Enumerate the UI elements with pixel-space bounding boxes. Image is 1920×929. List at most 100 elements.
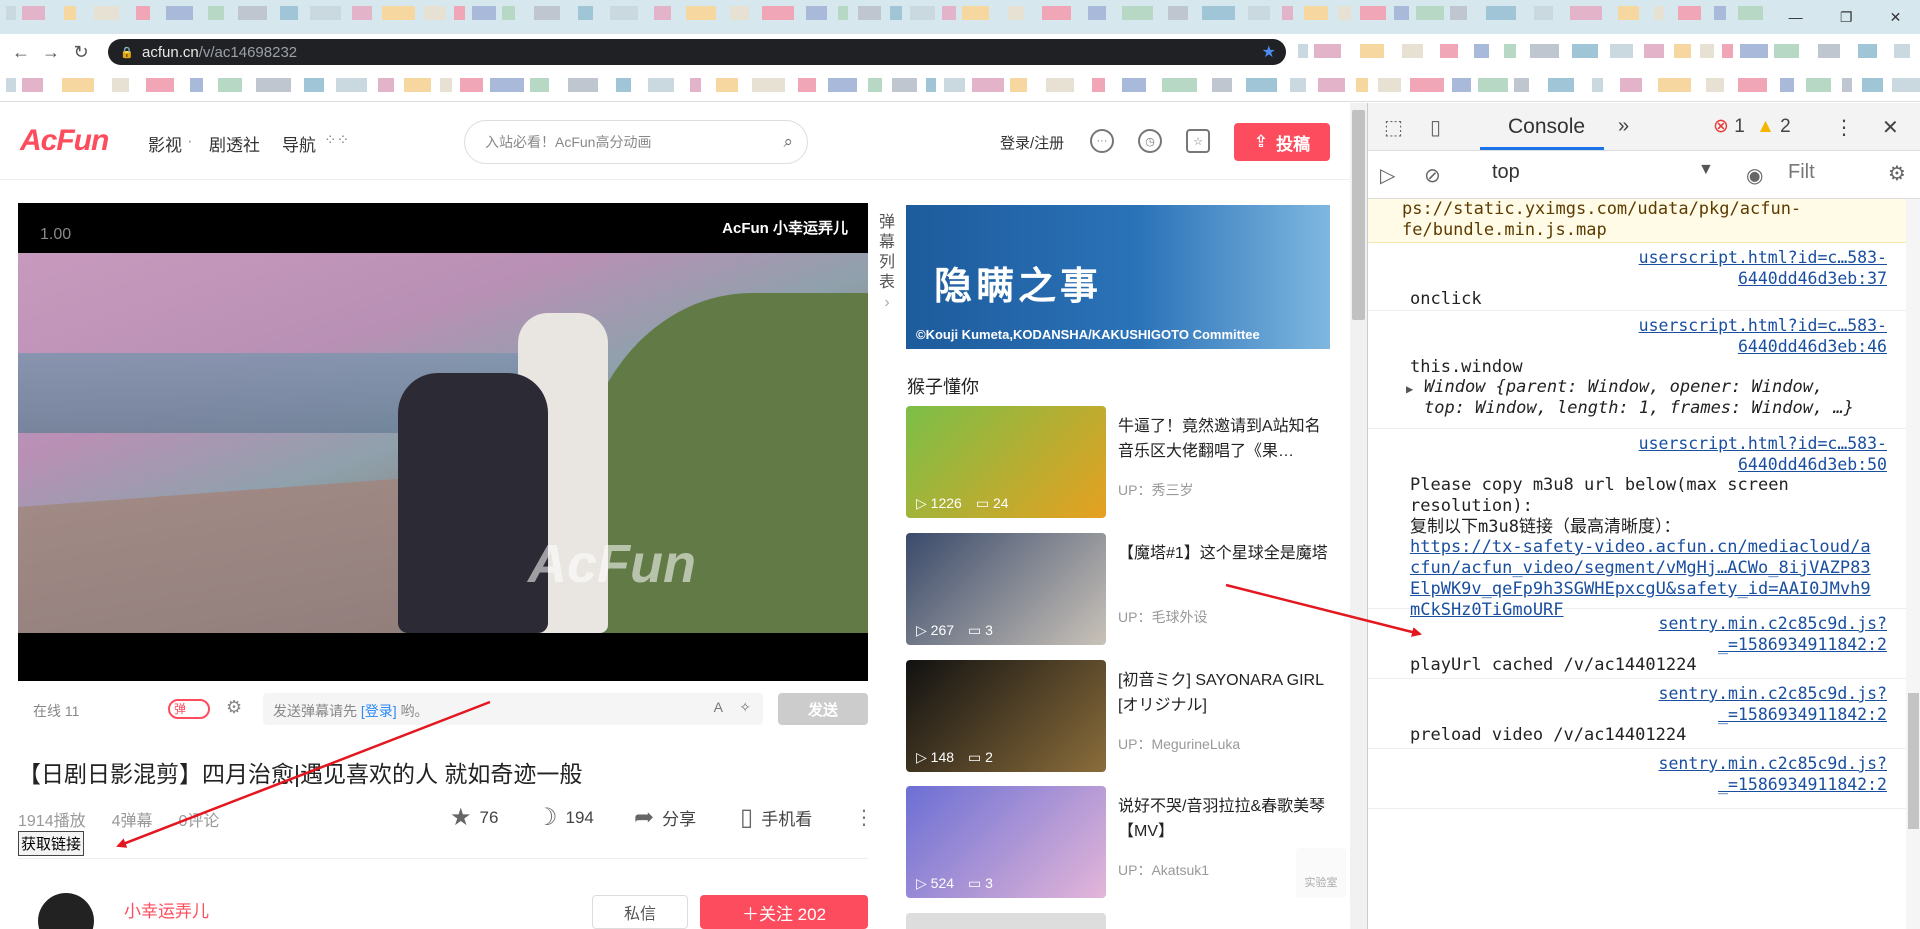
font-style-icon[interactable]: A — [714, 699, 723, 715]
lab-button[interactable]: 实验室 — [1296, 848, 1346, 898]
bookmark-star-icon[interactable]: ★ — [1262, 42, 1276, 62]
more-icon[interactable]: ⋮ — [854, 805, 874, 830]
source-link[interactable]: sentry.min.c2c85c9d.js?_=1586934911842:2 — [1527, 613, 1887, 655]
reload-icon[interactable]: ↻ — [66, 37, 96, 67]
restore-icon[interactable]: ❐ — [1840, 9, 1853, 26]
card-uploader[interactable]: UP：Akatsuk1 — [1118, 860, 1209, 880]
console-message: preload video /v/ac14401224 — [1410, 725, 1687, 745]
danmaku-input[interactable]: 发送弹幕请先 [登录] 哟。 A ✧ — [263, 693, 763, 725]
search-input[interactable]: 入站必看！AcFun高分动画 ⌕ — [464, 120, 808, 164]
nav-navigation[interactable]: 导航 — [282, 131, 316, 156]
blurred-block — [382, 6, 415, 20]
recommend-card[interactable]: ▷ 524 ▭ 3 说好不哭/音羽拉拉&春歌美琴【MV】 UP：Akatsuk1 — [906, 786, 1330, 898]
back-icon[interactable]: ← — [6, 37, 36, 67]
search-icon[interactable]: ⌕ — [783, 132, 793, 152]
forward-icon[interactable]: → — [36, 37, 66, 67]
console-scrollbar-thumb[interactable] — [1908, 693, 1919, 829]
nav-spoiler[interactable]: 剧透社 — [209, 131, 260, 156]
filter-input[interactable]: Filt — [1788, 161, 1815, 184]
source-link[interactable]: sentry.min.c2c85c9d.js?_=1586934911842:2 — [1527, 683, 1887, 725]
tab-console[interactable]: Console — [1508, 115, 1585, 139]
card-plays: 267 — [930, 622, 955, 638]
console-row: sentry.min.c2c85c9d.js?_=1586934911842:2 — [1368, 749, 1920, 809]
source-link[interactable]: userscript.html?id=c…583-6440dd46d3eb:37 — [1507, 247, 1887, 289]
acfun-logo[interactable]: AcFun — [20, 124, 109, 158]
expand-triangle-icon[interactable]: ▶ — [1406, 379, 1413, 400]
grid-icon[interactable]: ⁘⁘ — [324, 131, 349, 149]
card-thumbnail-partial[interactable] — [906, 913, 1106, 929]
danmaku-list-tab[interactable]: 弹幕列表 › — [874, 213, 900, 313]
promo-banner[interactable]: 隐瞒之事 ©Kouji Kumeta,KODANSHA/KAKUSHIGOTO … — [906, 205, 1330, 349]
get-link-button[interactable]: 获取链接 — [18, 831, 85, 856]
follow-button[interactable]: ＋关注 202 — [700, 895, 868, 929]
close-window-icon[interactable]: ✕ — [1890, 9, 1902, 26]
source-link[interactable]: userscript.html?id=c…583-6440dd46d3eb:46 — [1507, 315, 1887, 357]
like-button[interactable]: ★ 76 — [450, 803, 498, 832]
bookmarks-bar — [0, 70, 1920, 102]
share-button[interactable]: ➦ 分享 — [634, 803, 696, 832]
blurred-block — [1338, 6, 1351, 20]
address-bar[interactable]: 🔒 acfun.cn/v/ac14698232 ★ — [108, 39, 1286, 65]
card-uploader[interactable]: UP：秀三岁 — [1118, 480, 1193, 500]
history-icon[interactable]: ◷ — [1138, 129, 1162, 153]
uploader-avatar[interactable] — [38, 893, 94, 929]
danmaku-login-link[interactable]: [登录] — [361, 703, 397, 719]
login-link[interactable]: 登录/注册 — [1000, 132, 1064, 153]
blurred-block — [762, 6, 794, 20]
card-title[interactable]: 【魔塔#1】这个星球全是魔塔 — [1118, 541, 1328, 566]
context-select[interactable]: top — [1492, 161, 1520, 184]
color-icon[interactable]: ✧ — [739, 699, 751, 716]
menu-icon[interactable]: ⋮ — [1834, 115, 1854, 140]
card-title[interactable]: 说好不哭/音羽拉拉&春歌美琴【MV】 — [1118, 794, 1328, 844]
device-toggle-icon[interactable]: ▯ — [1430, 115, 1441, 140]
source-link[interactable]: sentry.min.c2c85c9d.js?_=1586934911842:2 — [1527, 753, 1887, 795]
recommend-card[interactable]: ▷ 267 ▭ 3 【魔塔#1】这个星球全是魔塔 UP：毛球外设 — [906, 533, 1330, 645]
blurred-block — [22, 6, 45, 20]
danmaku-toggle[interactable]: 弹 — [168, 699, 210, 719]
window-object[interactable]: Window {parent: Window, opener: Window, … — [1424, 377, 1874, 419]
video-player[interactable]: 1.00 AcFun 小幸运弄儿 AcFun — [18, 203, 868, 681]
card-title[interactable]: [初音ミク] SAYONARA GIRL [オリジナル] — [1118, 668, 1328, 718]
eye-icon[interactable]: ◉ — [1746, 163, 1763, 188]
blurred-block — [1658, 78, 1691, 92]
blurred-block — [1610, 44, 1633, 58]
danmaku-settings-icon[interactable]: ⚙ — [226, 697, 242, 718]
uploader-name[interactable]: 小幸运弄儿 — [124, 897, 209, 922]
upload-button[interactable]: ⇪ 投稿 — [1234, 123, 1330, 161]
card-title[interactable]: 牛逼了！竟然邀请到A站知名音乐区大佬翻唱了《果… — [1118, 414, 1328, 464]
minimize-icon[interactable]: — — [1789, 9, 1803, 25]
blurred-block — [1858, 44, 1877, 58]
blurred-block — [1248, 6, 1270, 20]
lab-label: 实验室 — [1304, 877, 1338, 889]
recommend-card[interactable]: ▷ 148 ▭ 2 [初音ミク] SAYONARA GIRL [オリジナル] UP… — [906, 660, 1330, 772]
blurred-block — [1678, 6, 1701, 20]
blurred-block — [1410, 78, 1444, 92]
inspect-icon[interactable]: ⬚ — [1384, 115, 1403, 140]
card-uploader[interactable]: UP：毛球外设 — [1118, 607, 1207, 627]
message-icon[interactable]: ··· — [1090, 129, 1114, 153]
close-devtools-icon[interactable]: ✕ — [1882, 115, 1899, 140]
favorite-icon[interactable]: ☆ — [1186, 129, 1210, 153]
source-link[interactable]: userscript.html?id=c…583-6440dd46d3eb:50 — [1507, 433, 1887, 475]
settings-gear-icon[interactable]: ⚙ — [1888, 161, 1906, 186]
nav-film[interactable]: 影视 — [148, 131, 182, 156]
card-comments: 2 — [985, 749, 993, 765]
message-button[interactable]: 私信 — [592, 895, 688, 929]
card-uploader[interactable]: UP：MegurineLuka — [1118, 734, 1240, 754]
sidebar-toggle-icon[interactable]: ▷ — [1380, 163, 1395, 188]
page-scrollbar-thumb[interactable] — [1352, 110, 1365, 320]
issue-counter[interactable]: ⊗ 1 ▲ 2 — [1713, 115, 1791, 138]
banana-button[interactable]: ☽ 194 — [536, 803, 594, 832]
recommend-card[interactable]: ▷ 1226 ▭ 24 牛逼了！竟然邀请到A站知名音乐区大佬翻唱了《果… UP：秀… — [906, 406, 1330, 518]
comment-icon: ▭ 2 — [968, 749, 993, 765]
mobile-watch-button[interactable]: ▯ 手机看 — [740, 803, 812, 832]
blurred-block — [64, 6, 76, 20]
more-tabs-icon[interactable]: » — [1618, 115, 1629, 138]
dropdown-arrow-icon[interactable]: ▼ — [1698, 161, 1714, 179]
clear-console-icon[interactable]: ⊘ — [1424, 163, 1441, 188]
blurred-block — [472, 6, 496, 20]
blurred-block — [1644, 44, 1664, 58]
acfun-watermark: AcFun — [528, 534, 696, 594]
video-stats: 1914播放 4弹幕 0评论 — [18, 807, 219, 831]
danmaku-send-button[interactable]: 发送 — [778, 693, 868, 725]
